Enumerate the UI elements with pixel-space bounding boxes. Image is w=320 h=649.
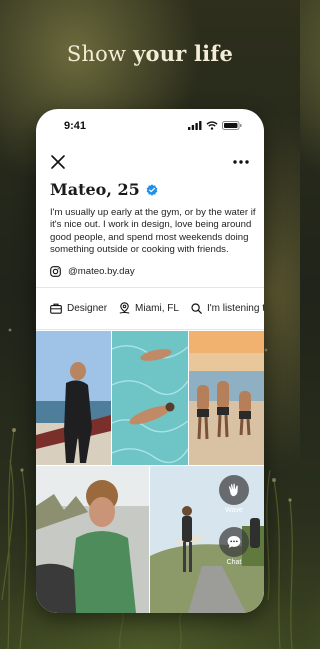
photo-smiling[interactable] xyxy=(36,466,149,613)
headline-bold: your life xyxy=(133,41,234,66)
divider-bottom xyxy=(36,329,264,330)
tag-listening[interactable]: I'm listening to xyxy=(191,303,264,314)
status-icons xyxy=(188,121,242,130)
instagram-icon xyxy=(50,266,61,277)
instagram-link[interactable]: @mateo.by.day xyxy=(50,266,135,277)
wave-label: Wave xyxy=(225,507,243,514)
status-time: 9:41 xyxy=(64,120,87,132)
briefcase-icon xyxy=(50,303,62,314)
divider-top xyxy=(36,287,264,288)
chat-bubble-icon xyxy=(227,536,241,548)
tag-label: Designer xyxy=(67,302,108,314)
phone-mockup: 9:41 Mateo, 25 I'm usually up early at t… xyxy=(36,109,264,613)
profile-bio: I'm usually up early at the gym, or by t… xyxy=(50,207,256,256)
tag-job: Designer xyxy=(50,303,107,314)
profile-tags: Designer Miami, FL I'm listening to xyxy=(50,299,264,317)
battery-icon xyxy=(222,121,242,130)
headline: Show your life xyxy=(0,41,300,66)
profile-name-row: Mateo, 25 xyxy=(50,180,158,199)
chat-button[interactable] xyxy=(219,527,249,557)
signal-icon xyxy=(188,121,202,130)
instagram-handle: @mateo.by.day xyxy=(68,266,135,277)
close-icon[interactable] xyxy=(50,154,66,170)
headline-prefix: Show xyxy=(66,42,134,66)
more-options-icon[interactable] xyxy=(232,159,250,165)
location-pin-icon xyxy=(119,302,130,314)
wave-button[interactable] xyxy=(219,475,249,505)
tag-label: Miami, FL xyxy=(135,302,179,314)
status-bar: 9:41 xyxy=(36,109,264,143)
photo-grid: Wave Chat xyxy=(36,331,264,613)
wifi-icon xyxy=(206,121,218,130)
photo-beach-friends[interactable] xyxy=(189,331,264,465)
profile-top-bar xyxy=(50,154,250,172)
profile-name: Mateo, 25 xyxy=(50,180,140,199)
photo-swimming[interactable] xyxy=(112,331,188,465)
tag-location: Miami, FL xyxy=(119,302,179,314)
verified-badge-icon xyxy=(146,183,158,196)
tag-label: I'm listening to xyxy=(206,302,264,314)
chat-label: Chat xyxy=(226,559,242,566)
photo-surfer[interactable] xyxy=(36,331,111,465)
search-icon xyxy=(191,302,202,314)
wave-hand-icon xyxy=(229,483,238,497)
